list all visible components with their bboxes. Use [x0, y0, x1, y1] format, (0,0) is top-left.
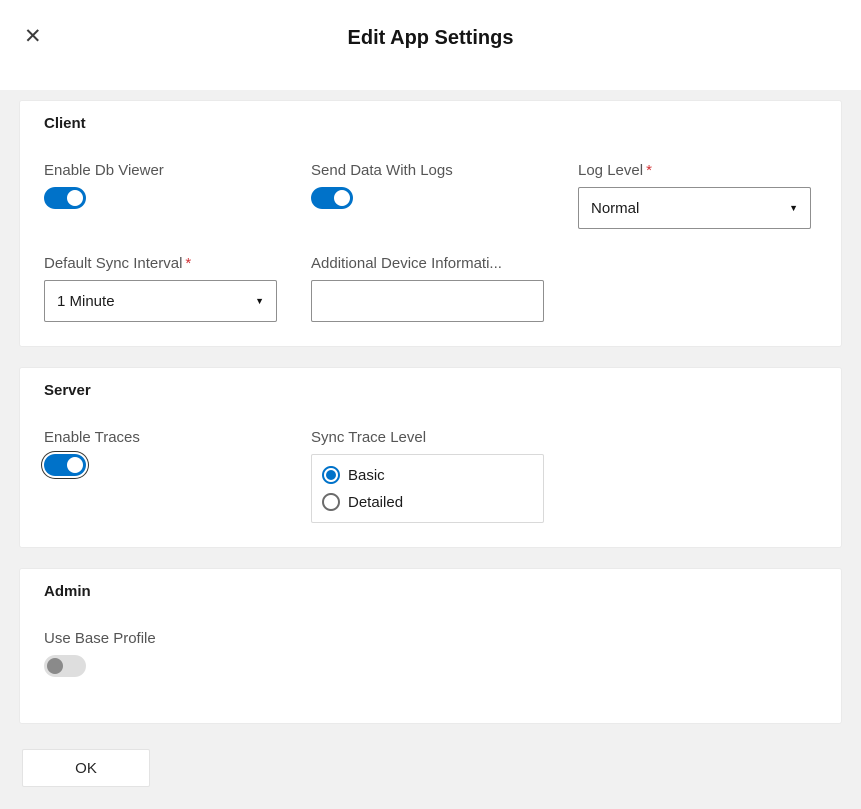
server-section-title: Server [44, 382, 817, 399]
dialog-body: Client Enable Db Viewer Send Data With L… [0, 90, 861, 724]
dialog-footer: OK [0, 724, 861, 787]
server-fields-grid: Enable Traces Sync Trace Level Basic Det… [44, 429, 817, 523]
enable-db-viewer-label: Enable Db Viewer [44, 162, 277, 179]
default-sync-interval-select[interactable]: 1 Minute ▼ [44, 280, 277, 322]
send-data-with-logs-toggle[interactable] [311, 187, 353, 209]
sync-trace-level-label: Sync Trace Level [311, 429, 544, 446]
required-indicator: * [646, 162, 652, 179]
enable-traces-toggle[interactable] [44, 454, 86, 476]
client-section: Client Enable Db Viewer Send Data With L… [19, 100, 842, 347]
radio-option-basic-label: Basic [348, 467, 385, 484]
radio-option-basic[interactable]: Basic [322, 466, 533, 484]
log-level-value: Normal [591, 200, 639, 217]
chevron-down-icon: ▼ [255, 296, 264, 306]
default-sync-interval-field: Default Sync Interval* 1 Minute ▼ [44, 255, 277, 322]
additional-device-information-label: Additional Device Informati... [311, 255, 544, 272]
send-data-with-logs-label: Send Data With Logs [311, 162, 544, 179]
toggle-knob [67, 457, 83, 473]
radio-option-detailed[interactable]: Detailed [322, 493, 533, 511]
use-base-profile-toggle[interactable] [44, 655, 86, 677]
additional-device-information-input[interactable] [311, 280, 544, 322]
admin-section-title: Admin [44, 583, 817, 600]
toggle-knob [67, 190, 83, 206]
close-button[interactable]: ✕ [20, 22, 46, 51]
sync-trace-level-group: Basic Detailed [311, 454, 544, 523]
enable-db-viewer-toggle[interactable] [44, 187, 86, 209]
client-fields-grid: Enable Db Viewer Send Data With Logs Log… [44, 162, 817, 322]
use-base-profile-field: Use Base Profile [44, 630, 277, 677]
radio-icon [322, 493, 340, 511]
ok-button[interactable]: OK [22, 749, 150, 787]
enable-db-viewer-field: Enable Db Viewer [44, 162, 277, 209]
log-level-field: Log Level* Normal ▼ [578, 162, 811, 229]
send-data-with-logs-field: Send Data With Logs [311, 162, 544, 209]
admin-section: Admin Use Base Profile [19, 568, 842, 724]
toggle-knob [47, 658, 63, 674]
dialog-header: ✕ Edit App Settings [0, 0, 861, 90]
toggle-knob [334, 190, 350, 206]
dialog-title: Edit App Settings [0, 0, 861, 50]
log-level-label: Log Level* [578, 162, 811, 179]
chevron-down-icon: ▼ [789, 203, 798, 213]
use-base-profile-label: Use Base Profile [44, 630, 277, 647]
enable-traces-field: Enable Traces [44, 429, 277, 476]
sync-trace-level-field: Sync Trace Level Basic Detailed [311, 429, 544, 523]
client-section-title: Client [44, 115, 817, 132]
default-sync-interval-label: Default Sync Interval* [44, 255, 277, 272]
admin-fields-grid: Use Base Profile [44, 630, 817, 677]
log-level-select[interactable]: Normal ▼ [578, 187, 811, 229]
radio-option-detailed-label: Detailed [348, 494, 403, 511]
enable-traces-label: Enable Traces [44, 429, 277, 446]
server-section: Server Enable Traces Sync Trace Level Ba… [19, 367, 842, 548]
default-sync-interval-value: 1 Minute [57, 293, 115, 310]
required-indicator: * [185, 255, 191, 272]
close-icon: ✕ [24, 25, 42, 48]
additional-device-information-field: Additional Device Informati... [311, 255, 544, 322]
radio-icon [322, 466, 340, 484]
